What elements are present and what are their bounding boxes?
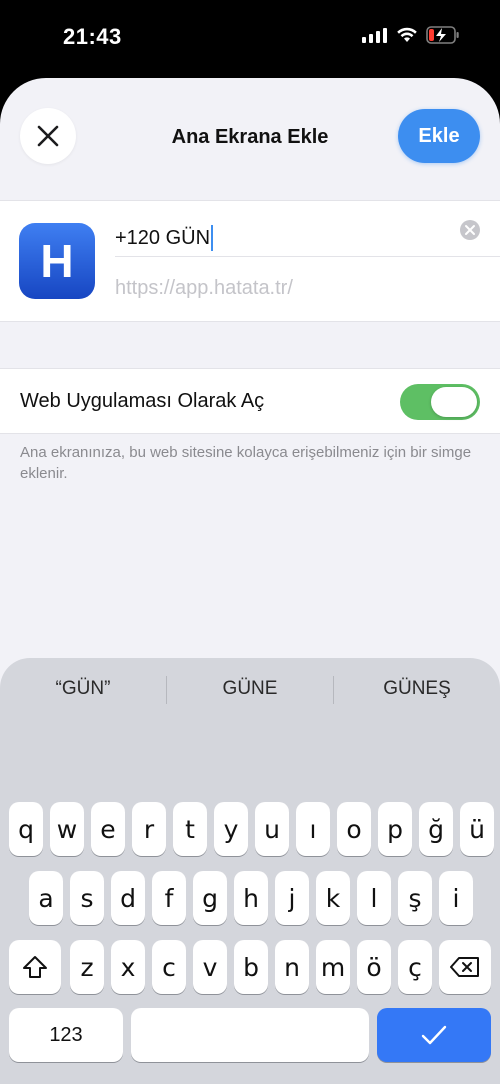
keyboard: “GÜN” GÜNE GÜNEŞ qwertyuıopğü asdfghjklş…: [0, 658, 500, 1084]
key-r2-3[interactable]: d: [111, 871, 145, 925]
key-r2-4[interactable]: f: [152, 871, 186, 925]
cellular-signal-icon: [362, 28, 387, 43]
shortcut-name-value: +120 GÜN: [115, 226, 211, 249]
key-r2-10[interactable]: ş: [398, 871, 432, 925]
web-app-toggle-label: Web Uygulaması Olarak Aç: [20, 390, 265, 412]
key-r1-7[interactable]: u: [255, 802, 289, 856]
key-r2-5[interactable]: g: [193, 871, 227, 925]
key-r2-2[interactable]: s: [70, 871, 104, 925]
key-r3-3[interactable]: c: [152, 940, 186, 994]
app-icon-letter: H: [40, 235, 74, 287]
suggestion-2[interactable]: GÜNE: [167, 668, 333, 710]
backspace-icon: [450, 957, 479, 977]
key-r1-3[interactable]: e: [91, 802, 125, 856]
space-key[interactable]: [131, 1008, 369, 1062]
key-r2-7[interactable]: j: [275, 871, 309, 925]
key-r3-4[interactable]: v: [193, 940, 227, 994]
key-r1-12[interactable]: ü: [460, 802, 494, 856]
suggestion-1[interactable]: “GÜN”: [0, 668, 166, 710]
shortcut-name-input[interactable]: +120 GÜN: [115, 217, 485, 259]
key-r2-6[interactable]: h: [234, 871, 268, 925]
key-r1-11[interactable]: ğ: [419, 802, 453, 856]
battery-charging-icon: [426, 26, 459, 44]
key-r3-7[interactable]: m: [316, 940, 350, 994]
backspace-key[interactable]: [439, 940, 491, 994]
key-r3-1[interactable]: z: [70, 940, 104, 994]
key-r2-11[interactable]: i: [439, 871, 473, 925]
key-r2-1[interactable]: a: [29, 871, 63, 925]
key-r3-2[interactable]: x: [111, 940, 145, 994]
suggestion-bar: “GÜN” GÜNE GÜNEŞ: [0, 668, 500, 710]
footnote-text: Ana ekranınıza, bu web sitesine kolayca …: [20, 444, 472, 482]
done-key[interactable]: [377, 1008, 491, 1062]
suggestion-3[interactable]: GÜNEŞ: [334, 668, 500, 710]
key-r1-8[interactable]: ı: [296, 802, 330, 856]
field-divider: [115, 256, 500, 257]
key-r2-9[interactable]: l: [357, 871, 391, 925]
status-bar: 21:43: [0, 0, 500, 78]
url-field: https://app.hatata.tr/: [115, 277, 293, 299]
key-r1-4[interactable]: r: [132, 802, 166, 856]
add-to-home-sheet: Ana Ekrana Ekle Ekle H +120 GÜN https://…: [0, 78, 500, 1084]
numbers-key[interactable]: 123: [9, 1008, 123, 1062]
app-icon: H: [19, 223, 95, 299]
toggle-knob: [431, 387, 477, 417]
sheet-header: Ana Ekrana Ekle Ekle: [0, 78, 500, 194]
key-r3-9[interactable]: ç: [398, 940, 432, 994]
web-app-toggle-row: Web Uygulaması Olarak Aç: [0, 368, 500, 434]
status-time: 21:43: [63, 24, 122, 49]
key-r1-6[interactable]: y: [214, 802, 248, 856]
clear-text-icon[interactable]: [459, 219, 481, 241]
shift-key[interactable]: [9, 940, 61, 994]
key-r1-2[interactable]: w: [50, 802, 84, 856]
shortcut-form: H +120 GÜN https://app.hatata.tr/: [0, 200, 500, 322]
key-r3-8[interactable]: ö: [357, 940, 391, 994]
add-button[interactable]: Ekle: [398, 109, 480, 163]
key-r1-9[interactable]: o: [337, 802, 371, 856]
key-r3-6[interactable]: n: [275, 940, 309, 994]
wifi-icon: [397, 27, 417, 42]
key-r3-5[interactable]: b: [234, 940, 268, 994]
shift-icon: [23, 956, 47, 978]
status-icons: [362, 26, 460, 44]
web-app-toggle[interactable]: [400, 384, 480, 420]
key-r1-5[interactable]: t: [173, 802, 207, 856]
text-caret: [211, 225, 214, 251]
key-r1-10[interactable]: p: [378, 802, 412, 856]
checkmark-icon: [421, 1025, 447, 1045]
key-r1-1[interactable]: q: [9, 802, 43, 856]
key-r2-8[interactable]: k: [316, 871, 350, 925]
